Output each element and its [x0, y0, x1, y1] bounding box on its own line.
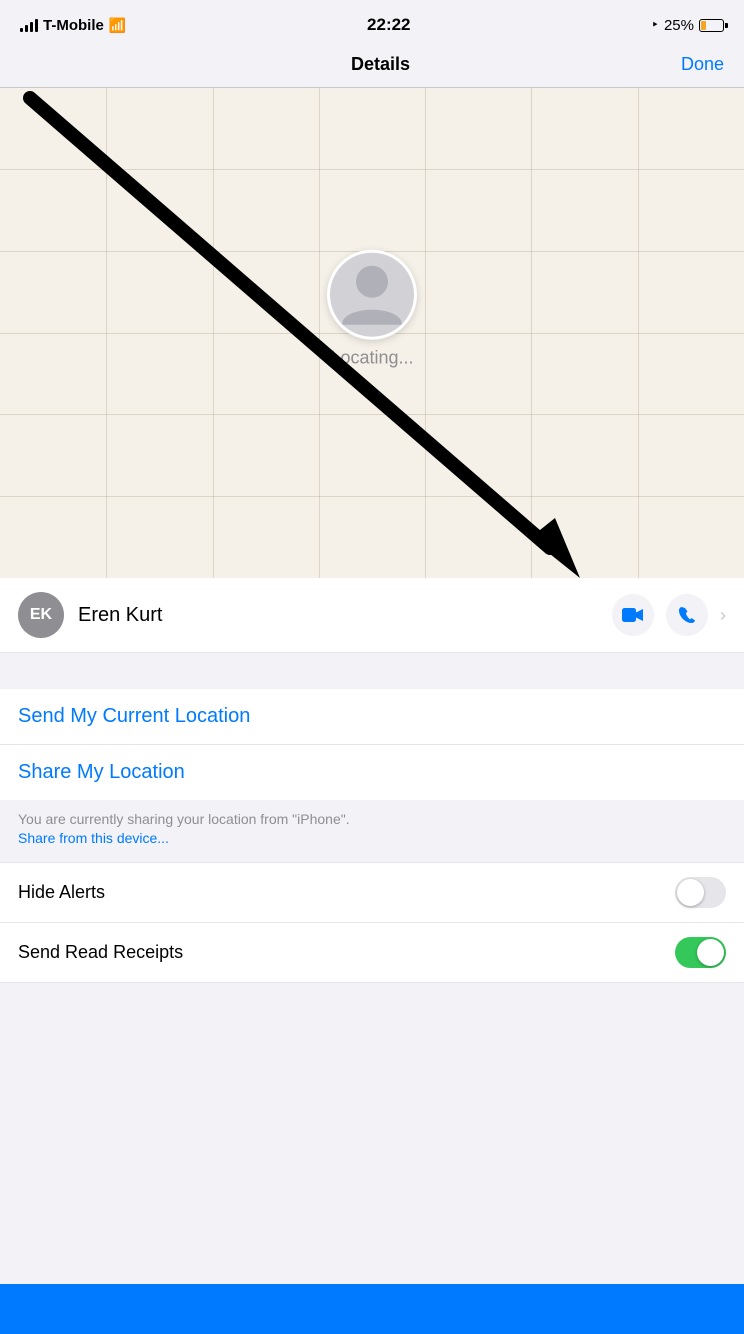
wifi-icon: 📶 [109, 17, 126, 34]
contact-avatar: EK [18, 592, 64, 638]
contact-row: EK Eren Kurt › [0, 578, 744, 653]
grid-h-5 [0, 496, 744, 497]
contact-detail-chevron[interactable]: › [720, 605, 726, 626]
grid-v-6 [638, 88, 639, 578]
contact-actions: › [612, 594, 726, 636]
grid-v-5 [531, 88, 532, 578]
carrier-name: T-Mobile [43, 17, 104, 34]
toggle-section: Hide Alerts Send Read Receipts [0, 863, 744, 983]
send-read-receipts-toggle[interactable] [675, 937, 726, 968]
nav-title: Details [351, 54, 410, 75]
signal-bars [20, 18, 38, 32]
grid-v-3 [319, 88, 320, 578]
status-time: 22:22 [367, 15, 410, 35]
share-from-device-link[interactable]: Share from this device... [18, 830, 169, 846]
signal-bar-3 [30, 22, 33, 32]
section-divider-1 [0, 653, 744, 689]
map-avatar: Locating... [327, 250, 417, 369]
contact-initials: EK [30, 606, 52, 624]
grid-h-4 [0, 414, 744, 415]
send-read-receipts-row: Send Read Receipts [0, 923, 744, 983]
grid-v-4 [425, 88, 426, 578]
status-bar: T-Mobile 📶 22:22 ‣ 25% [0, 0, 744, 44]
nav-bar: Details Done [0, 44, 744, 88]
status-right: ‣ 25% [651, 17, 724, 34]
contact-avatar-map [327, 250, 417, 340]
phone-call-button[interactable] [666, 594, 708, 636]
grid-v-1 [106, 88, 107, 578]
battery-fill [701, 21, 706, 30]
avatar-silhouette [330, 253, 414, 337]
location-icon: ‣ [651, 17, 659, 33]
send-read-receipts-label: Send Read Receipts [18, 942, 183, 963]
hide-alerts-label: Hide Alerts [18, 882, 105, 903]
hide-alerts-knob [677, 879, 704, 906]
send-read-receipts-knob [697, 939, 724, 966]
menu-section: Send My Current Location Share My Locati… [0, 689, 744, 800]
hide-alerts-toggle[interactable] [675, 877, 726, 908]
share-my-location-button[interactable]: Share My Location [0, 745, 744, 800]
grid-v-2 [213, 88, 214, 578]
location-note-text: You are currently sharing your location … [18, 811, 350, 827]
signal-bar-4 [35, 19, 38, 32]
battery-percent: 25% [664, 17, 694, 34]
send-current-location-button[interactable]: Send My Current Location [0, 689, 744, 745]
battery-icon [699, 19, 724, 32]
done-button[interactable]: Done [681, 54, 724, 75]
status-left: T-Mobile 📶 [20, 17, 126, 34]
video-call-button[interactable] [612, 594, 654, 636]
contact-name: Eren Kurt [78, 604, 598, 627]
location-note: You are currently sharing your location … [0, 800, 744, 863]
bottom-button[interactable] [0, 1284, 744, 1334]
signal-bar-1 [20, 28, 23, 32]
map-area: Locating... [0, 88, 744, 578]
signal-bar-2 [25, 25, 28, 32]
hide-alerts-row: Hide Alerts [0, 863, 744, 923]
grid-h-1 [0, 169, 744, 170]
locating-text: Locating... [330, 348, 413, 369]
